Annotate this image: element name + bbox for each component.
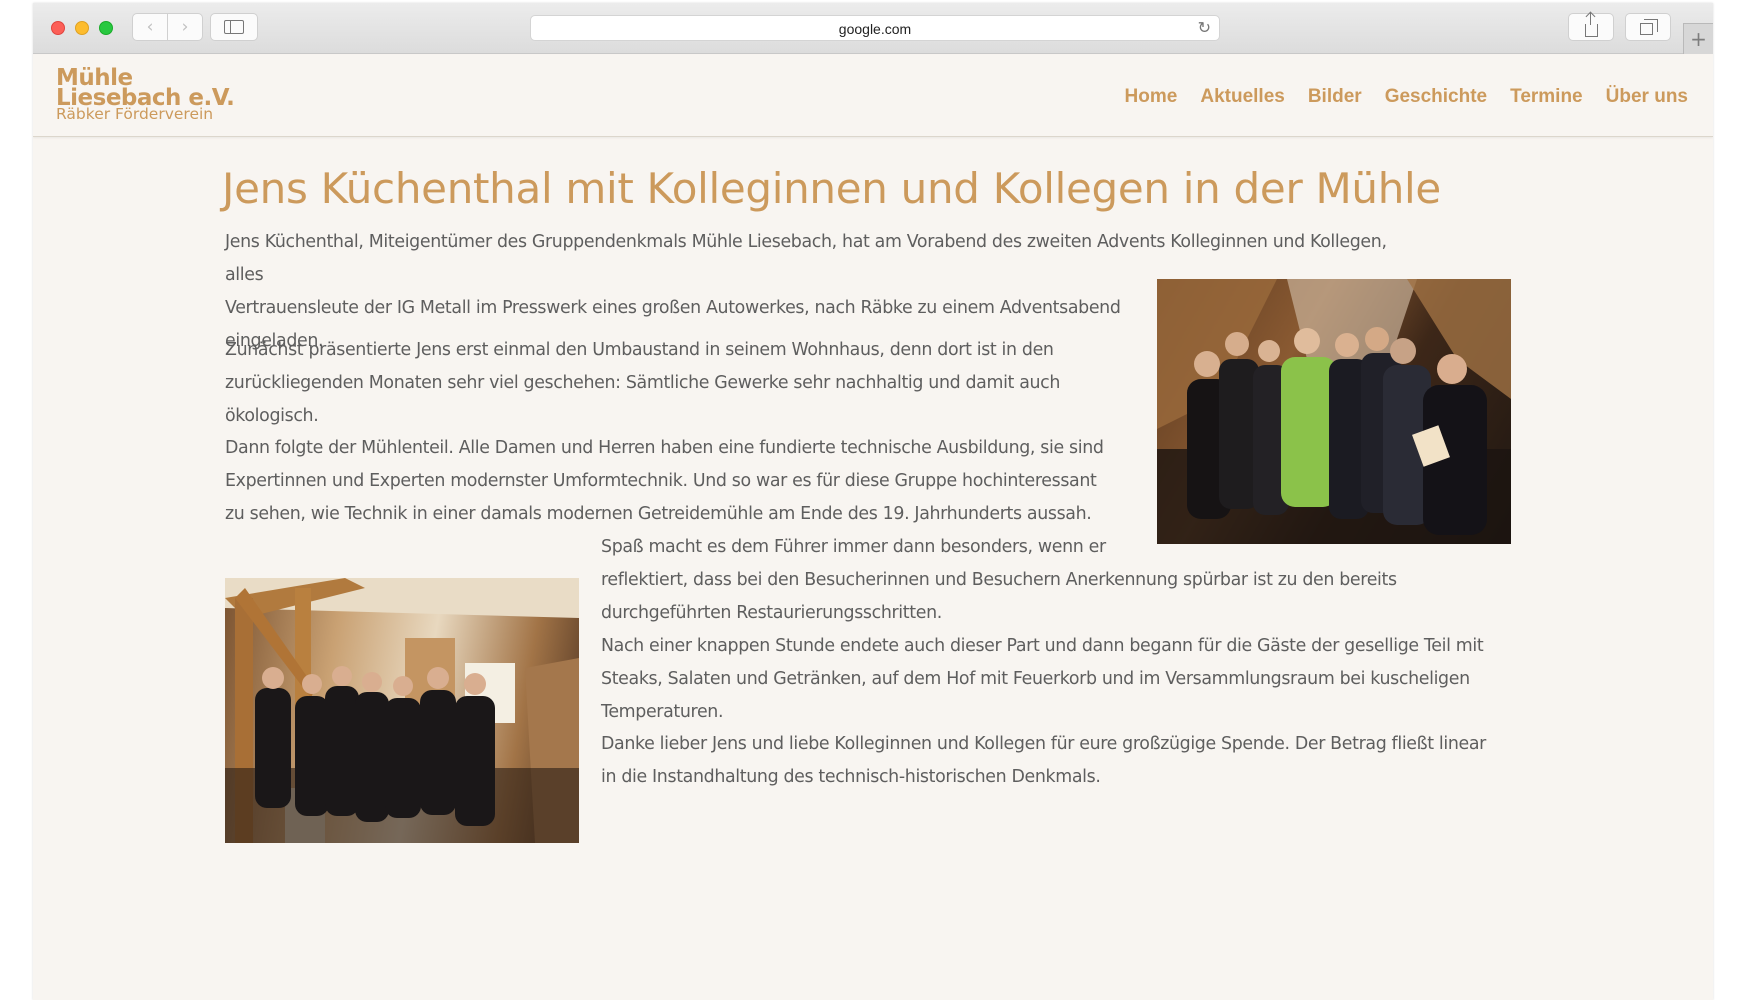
nav-bilder[interactable]: Bilder [1308, 86, 1362, 108]
tab-overview-button[interactable] [1625, 13, 1671, 41]
paragraph-line: durchgeführten Restaurierungsschritten. [601, 603, 942, 623]
chevron-left-icon: ‹ [146, 17, 154, 37]
share-icon [1584, 12, 1598, 37]
zoom-window-button[interactable] [99, 21, 113, 35]
sidebar-icon [224, 20, 244, 34]
address-text: google.com [838, 21, 912, 37]
article: Jens Küchenthal mit Kolleginnen und Koll… [33, 138, 1713, 1000]
group-photo-room[interactable] [225, 578, 579, 843]
minimize-window-button[interactable] [75, 21, 89, 35]
nav-aktuelles[interactable]: Aktuelles [1200, 86, 1284, 108]
back-button[interactable]: ‹ [132, 13, 168, 41]
page-title: Jens Küchenthal mit Kolleginnen und Koll… [222, 164, 1441, 213]
reload-icon[interactable]: ↻ [1198, 18, 1211, 37]
photo-people-stairs [1157, 279, 1511, 544]
share-button[interactable] [1568, 12, 1614, 41]
site-logo[interactable]: Mühle Liesebach e.V. Räbker Förderverein [56, 67, 235, 123]
nav-ueber-uns[interactable]: Über uns [1606, 86, 1688, 108]
nav-termine[interactable]: Termine [1510, 86, 1583, 108]
article-paragraph-5: Nach einer knappen Stunde endete auch di… [601, 636, 1484, 722]
nav-home[interactable]: Home [1125, 86, 1178, 108]
browser-window: ‹ › google.com ↻ + Mühle Liesebach e.V. … [33, 3, 1713, 1000]
address-bar[interactable]: google.com ↻ [530, 15, 1220, 41]
new-tab-button[interactable]: + [1683, 23, 1713, 54]
forward-button[interactable]: › [167, 13, 203, 41]
logo-line-3: Räbker Förderverein [56, 105, 214, 123]
nav-geschichte[interactable]: Geschichte [1385, 86, 1487, 108]
tabs-icon [1639, 19, 1658, 35]
sidebar-toggle-button[interactable] [210, 13, 258, 41]
group-photo-stairs[interactable] [1157, 279, 1511, 544]
article-paragraph-2: Zunächst präsentierte Jens erst einmal d… [225, 340, 1061, 426]
plus-icon: + [1690, 27, 1707, 51]
close-window-button[interactable] [51, 21, 65, 35]
article-paragraph-6: Danke lieber Jens und liebe Kolleginnen … [601, 734, 1486, 787]
photo-people-room [225, 578, 579, 843]
main-nav: Home Aktuelles Bilder Geschichte Termine… [1125, 86, 1688, 108]
browser-toolbar: ‹ › google.com ↻ + [33, 3, 1713, 54]
paragraph-line: Spaß macht es dem Führer immer dann beso… [601, 537, 1106, 557]
article-paragraph-4: Spaß macht es dem Führer immer dann beso… [601, 531, 1501, 630]
article-paragraph-3: Dann folgte der Mühlenteil. Alle Damen u… [225, 438, 1104, 524]
site-header: Mühle Liesebach e.V. Räbker Förderverein… [33, 55, 1713, 137]
chevron-right-icon: › [181, 17, 189, 37]
paragraph-line: reflektiert, dass bei den Besucherinnen … [601, 570, 1397, 590]
